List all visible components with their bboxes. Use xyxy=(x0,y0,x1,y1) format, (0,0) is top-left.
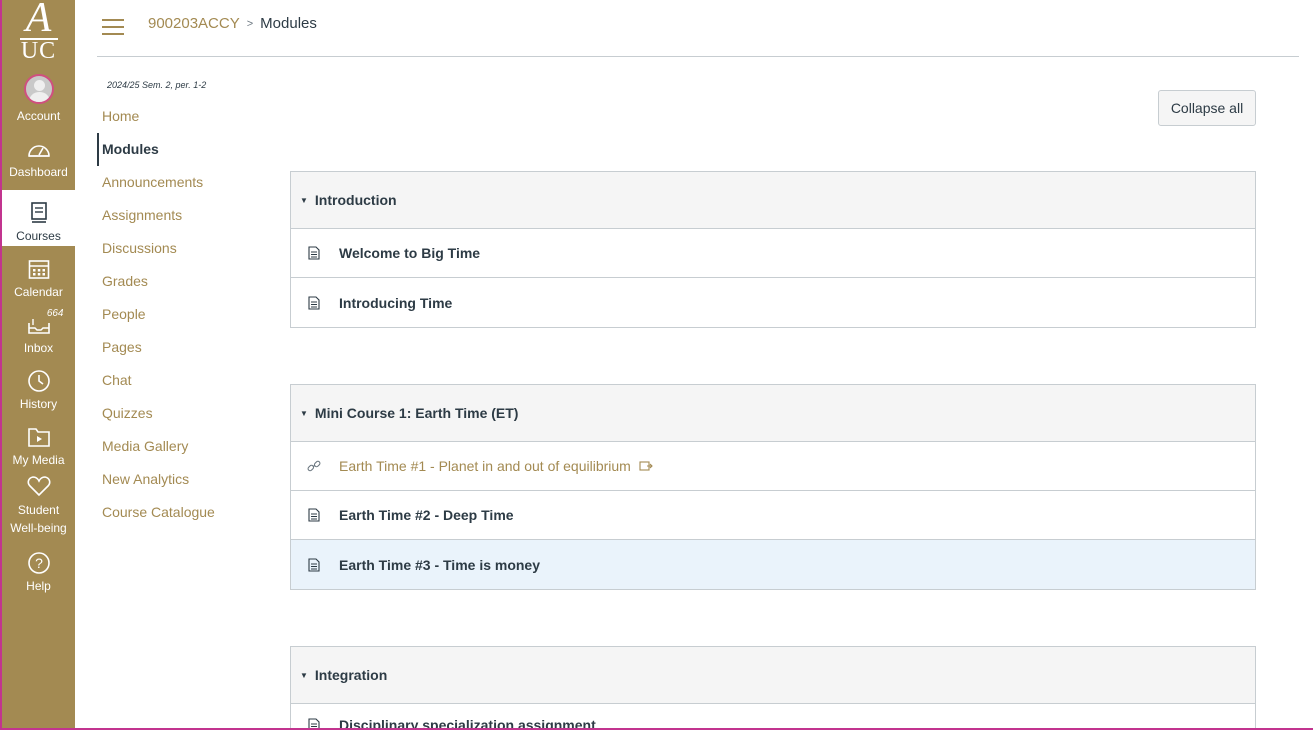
global-nav-my-media[interactable]: My Media xyxy=(2,414,75,470)
university-logo[interactable]: A UC xyxy=(2,0,75,66)
global-nav-student-well-being[interactable]: Student Well-being xyxy=(2,474,75,540)
breadcrumb-course-link[interactable]: 900203ACCY xyxy=(148,15,240,32)
global-nav-courses[interactable]: Courses xyxy=(2,190,75,246)
page-icon xyxy=(307,717,321,730)
collapse-all-button[interactable]: Collapse all xyxy=(1158,90,1256,126)
courses-icon xyxy=(26,200,52,226)
avatar-icon xyxy=(22,72,56,106)
breadcrumb-current: Modules xyxy=(260,15,317,32)
breadcrumb-separator: > xyxy=(246,17,254,30)
history-icon xyxy=(26,368,52,394)
course-nav-quizzes[interactable]: Quizzes xyxy=(97,397,277,430)
module-title: Introduction xyxy=(314,192,397,208)
module-header[interactable]: ▼ Integration xyxy=(291,647,1255,704)
link-icon xyxy=(307,458,321,474)
module-integration: ▼ Integration Disciplinary specializatio… xyxy=(290,646,1256,730)
caret-down-icon: ▼ xyxy=(300,408,308,418)
global-nav-calendar[interactable]: Calendar xyxy=(2,246,75,302)
logo-letters-bottom: UC xyxy=(20,38,57,64)
course-nav-pages[interactable]: Pages xyxy=(97,331,277,364)
course-nav-media-gallery[interactable]: Media Gallery xyxy=(97,430,277,463)
course-term: 2024/25 Sem. 2, per. 1-2 xyxy=(107,80,207,90)
page-icon xyxy=(307,245,321,261)
breadcrumb: 900203ACCY > Modules xyxy=(148,15,317,32)
external-link-icon xyxy=(639,460,653,472)
course-nav-discussions[interactable]: Discussions xyxy=(97,232,277,265)
module-title: Integration xyxy=(314,667,388,683)
course-nav: 2024/25 Sem. 2, per. 1-2 Home Modules An… xyxy=(97,72,277,529)
page-icon xyxy=(307,507,321,523)
inbox-unread-badge: 664 xyxy=(46,308,64,319)
global-nav: A UC Account Dashboard Courses Calendar … xyxy=(2,0,75,730)
module-item-title[interactable]: Disciplinary specialization assignment xyxy=(339,717,596,730)
page-header: 900203ACCY > Modules xyxy=(97,0,1299,57)
global-nav-dashboard[interactable]: Dashboard xyxy=(2,126,75,182)
module-title: Mini Course 1: Earth Time (ET) xyxy=(314,405,519,421)
course-nav-announcements[interactable]: Announcements xyxy=(97,166,277,199)
module-item-title[interactable]: Welcome to Big Time xyxy=(339,245,480,261)
svg-text:?: ? xyxy=(35,555,43,571)
module-item-page[interactable]: Introducing Time xyxy=(291,278,1255,327)
course-nav-course-catalogue[interactable]: Course Catalogue xyxy=(97,496,277,529)
course-nav-grades[interactable]: Grades xyxy=(97,265,277,298)
module-introduction: ▼ Introduction Welcome to Big Time Intro… xyxy=(290,171,1256,328)
module-item-title[interactable]: Earth Time #1 - Planet in and out of equ… xyxy=(339,458,631,474)
my-media-icon xyxy=(26,424,52,450)
course-nav-assignments[interactable]: Assignments xyxy=(97,199,277,232)
module-item-page[interactable]: Disciplinary specialization assignment xyxy=(291,704,1255,730)
global-nav-inbox[interactable]: 664 Inbox xyxy=(2,302,75,358)
module-header[interactable]: ▼ Mini Course 1: Earth Time (ET) xyxy=(291,385,1255,442)
module-header[interactable]: ▼ Introduction xyxy=(291,172,1255,229)
global-nav-account[interactable]: Account xyxy=(2,70,75,126)
help-icon: ? xyxy=(26,550,52,576)
course-nav-modules[interactable]: Modules xyxy=(97,133,277,166)
course-nav-people[interactable]: People xyxy=(97,298,277,331)
module-item-title[interactable]: Earth Time #2 - Deep Time xyxy=(339,507,514,523)
caret-down-icon: ▼ xyxy=(300,195,308,205)
page-icon xyxy=(307,557,321,573)
course-nav-new-analytics[interactable]: New Analytics xyxy=(97,463,277,496)
caret-down-icon: ▼ xyxy=(300,670,308,680)
course-nav-chat[interactable]: Chat xyxy=(97,364,277,397)
dashboard-icon xyxy=(26,136,52,162)
module-item-title[interactable]: Introducing Time xyxy=(339,295,452,311)
module-item-external-link[interactable]: Earth Time #1 - Planet in and out of equ… xyxy=(291,442,1255,491)
logo-letter-top: A xyxy=(25,0,52,41)
module-item-page[interactable]: Earth Time #2 - Deep Time xyxy=(291,491,1255,540)
module-item-page[interactable]: Welcome to Big Time xyxy=(291,229,1255,278)
module-mini-course-1: ▼ Mini Course 1: Earth Time (ET) Earth T… xyxy=(290,384,1256,590)
heart-icon xyxy=(26,474,52,498)
calendar-icon xyxy=(26,256,52,282)
global-nav-history[interactable]: History xyxy=(2,358,75,414)
module-item-page[interactable]: Earth Time #3 - Time is money xyxy=(291,540,1255,589)
module-item-title[interactable]: Earth Time #3 - Time is money xyxy=(339,557,540,573)
global-nav-help[interactable]: ? Help xyxy=(2,540,75,596)
hamburger-menu-icon[interactable] xyxy=(102,19,124,35)
course-nav-home[interactable]: Home xyxy=(97,100,277,133)
inbox-icon: 664 xyxy=(26,308,64,338)
page-icon xyxy=(307,295,321,311)
